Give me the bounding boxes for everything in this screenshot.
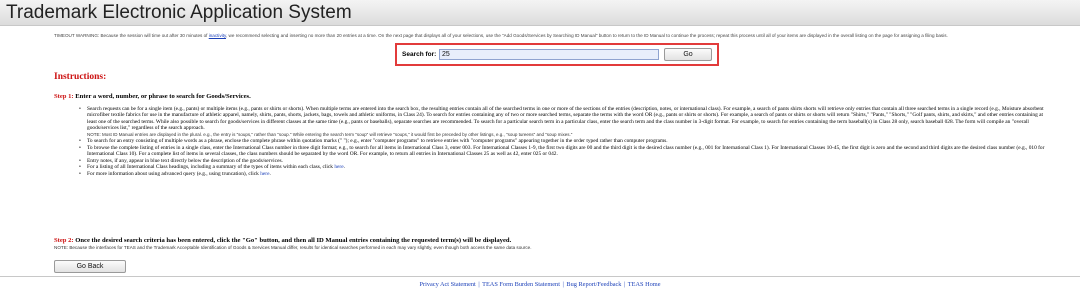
list-item-class-headings: For a listing of all International Class… — [79, 164, 1049, 171]
timeout-text-after: , we recommend selecting and inserting n… — [226, 33, 948, 38]
go-button[interactable]: Go — [664, 48, 712, 61]
list-item: To browse the complete listing of entrie… — [79, 145, 1049, 158]
step-1-number: Step 1: — [54, 93, 74, 100]
step-1: Step 1: Enter a word, number, or phrase … — [54, 93, 251, 100]
timeout-text-before: TIMEOUT WARNING: Because the session wil… — [54, 33, 208, 38]
page-title: Trademark Electronic Application System — [6, 2, 352, 23]
privacy-act-link[interactable]: Privacy Act Statement — [419, 281, 475, 288]
list-item: Search requests can be for a single item… — [79, 106, 1049, 131]
bug-report-link[interactable]: Bug Report/Feedback — [566, 281, 621, 288]
teas-home-link[interactable]: TEAS Home — [628, 281, 661, 288]
instructions-heading: Instructions: — [54, 72, 107, 82]
footer: Privacy Act Statement | TEAS Form Burden… — [0, 281, 1080, 288]
go-back-button[interactable]: Go Back — [54, 260, 126, 273]
list-item: To search for an entry consisting of mul… — [79, 138, 1049, 145]
timeout-warning: TIMEOUT WARNING: Because the session wil… — [54, 33, 1054, 39]
list-item: Entry notes, if any, appear in blue text… — [79, 158, 1049, 165]
form-burden-link[interactable]: TEAS Form Burden Statement — [482, 281, 560, 288]
list-item-advanced-query: For more information about using advance… — [79, 171, 1049, 178]
footer-divider — [0, 276, 1080, 277]
inactivity-link[interactable]: inactivity — [209, 33, 226, 38]
footer-separator: | — [562, 281, 564, 288]
step-1-text: Enter a word, number, or phrase to searc… — [73, 93, 251, 100]
instructions-list: Search requests can be for a single item… — [79, 106, 1049, 178]
advanced-query-link[interactable]: here — [260, 171, 269, 177]
search-label: Search for: — [402, 51, 437, 58]
title-bar: Trademark Electronic Application System — [0, 0, 1080, 26]
footer-separator: | — [478, 281, 480, 288]
list-item-text: For a listing of all International Class… — [87, 164, 333, 171]
search-input[interactable]: 25 — [439, 49, 659, 60]
note-text: NOTE: Most ID Manual entries are display… — [87, 131, 573, 137]
footer-separator: | — [624, 281, 626, 288]
list-item-text: For more information about using advance… — [87, 171, 259, 178]
step-2-note: NOTE: Because the interfaces for TEAS an… — [54, 245, 532, 250]
step-2: Step 2: Once the desired search criteria… — [54, 237, 511, 244]
class-headings-link[interactable]: here — [334, 164, 343, 170]
step-2-number: Step 2: — [54, 237, 74, 244]
search-box: Search for: 25 Go — [395, 43, 719, 66]
step-2-text: Once the desired search criteria has bee… — [73, 237, 512, 244]
